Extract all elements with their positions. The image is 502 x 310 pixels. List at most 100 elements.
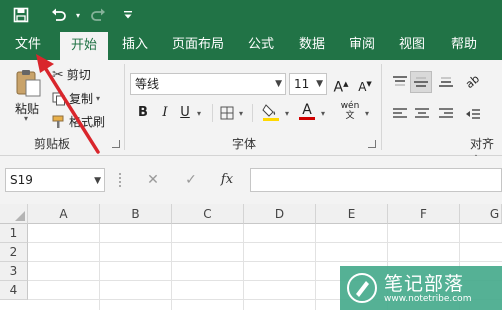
column-header[interactable]: B <box>100 204 172 224</box>
underline-dropdown-icon[interactable]: ▾ <box>194 103 204 123</box>
format-painter-button[interactable]: 格式刷 <box>52 113 105 130</box>
tab-help[interactable]: 帮助 <box>442 30 486 60</box>
bottom-align-button[interactable] <box>436 72 456 92</box>
font-group-label: 字体 <box>232 137 257 151</box>
tab-home[interactable]: 开始 <box>60 32 108 60</box>
select-all-corner[interactable] <box>0 204 28 224</box>
ribbon-tabs: 文件 开始 插入 页面布局 公式 数据 审阅 视图 帮助 <box>0 30 502 60</box>
row-header[interactable]: 4 <box>0 281 28 300</box>
phonetic-dropdown-icon[interactable]: ▾ <box>362 103 372 123</box>
indent-icon <box>466 109 480 119</box>
fill-color-dropdown-icon[interactable]: ▾ <box>282 103 292 123</box>
font-launcher-icon[interactable] <box>368 140 376 148</box>
wen-icon: wén 文 <box>340 101 360 121</box>
italic-button[interactable]: I <box>156 103 174 123</box>
gridline <box>99 224 100 310</box>
chevron-down-icon: ▼ <box>94 176 101 186</box>
font-size-value: 11 <box>294 77 310 91</box>
insert-function-button[interactable]: fx <box>216 168 238 192</box>
phonetic-guide-button[interactable]: wén 文 <box>338 101 362 121</box>
tab-data[interactable]: 数据 <box>290 30 334 60</box>
column-header[interactable]: A <box>28 204 100 224</box>
watermark-title: 笔记部落 <box>384 273 465 295</box>
format-painter-label: 格式刷 <box>69 115 106 129</box>
pen-logo-icon <box>347 273 377 303</box>
tab-file[interactable]: 文件 <box>6 30 50 60</box>
cancel-icon[interactable]: ✕ <box>142 168 164 192</box>
formula-bar-grip-icon <box>119 173 121 187</box>
align-right-button[interactable] <box>436 104 456 124</box>
copy-button[interactable]: 复制 ▾ <box>52 90 100 107</box>
watermark-logo: 笔记部落 www.notetribe.com <box>340 266 502 310</box>
align-center-button[interactable] <box>412 104 432 124</box>
column-header[interactable]: E <box>316 204 388 224</box>
orientation-button[interactable]: ab <box>462 72 484 92</box>
scissors-icon: ✂ <box>52 66 64 83</box>
copy-label: 复制 <box>69 92 94 106</box>
formula-input[interactable] <box>250 168 502 192</box>
align-top-icon <box>393 76 407 86</box>
align-bottom-icon <box>439 77 453 87</box>
column-header[interactable]: G <box>460 204 502 224</box>
column-header[interactable]: D <box>244 204 316 224</box>
customize-qat-icon[interactable] <box>120 0 136 30</box>
underline-button[interactable]: U <box>176 103 194 123</box>
tab-insert[interactable]: 插入 <box>114 30 156 60</box>
undo-icon[interactable] <box>46 0 72 30</box>
divider <box>212 104 213 122</box>
row-header[interactable]: 3 <box>0 262 28 281</box>
select-all-triangle-icon <box>15 211 25 221</box>
clipboard-group-label: 剪贴板 <box>34 137 71 151</box>
align-middle-icon <box>414 77 428 87</box>
align-center-icon <box>415 108 429 118</box>
row-header[interactable]: 2 <box>0 243 28 262</box>
align-left-icon <box>393 108 407 118</box>
watermark-url: www.notetribe.com <box>384 294 472 304</box>
enter-icon[interactable]: ✓ <box>180 168 202 192</box>
middle-align-button[interactable] <box>410 71 432 93</box>
name-box[interactable]: S19 ▼ <box>5 168 105 192</box>
increase-font-size-button[interactable]: A▲ <box>332 74 350 96</box>
paste-button[interactable]: 粘贴 ▾ <box>8 66 48 124</box>
gridline <box>243 224 244 310</box>
undo-dropdown-icon[interactable]: ▾ <box>72 0 84 30</box>
copy-dropdown-icon[interactable]: ▾ <box>96 94 100 103</box>
paint-bucket-icon <box>262 104 279 121</box>
font-color-button[interactable]: A <box>296 102 318 122</box>
save-icon[interactable] <box>10 0 32 30</box>
formula-bar: S19 ▼ ✕ ✓ fx <box>0 156 502 204</box>
font-color-dropdown-icon[interactable]: ▾ <box>318 103 328 123</box>
borders-button[interactable] <box>218 103 236 123</box>
group-divider <box>124 64 125 150</box>
tab-view[interactable]: 视图 <box>390 30 434 60</box>
paste-dropdown-icon[interactable]: ▾ <box>24 114 28 123</box>
group-divider <box>381 64 382 150</box>
border-icon <box>220 106 234 120</box>
cut-label: 剪切 <box>66 68 91 82</box>
redo-icon[interactable] <box>86 0 110 30</box>
column-header[interactable]: C <box>172 204 244 224</box>
decrease-indent-button[interactable] <box>462 104 484 124</box>
tab-page-layout[interactable]: 页面布局 <box>164 30 232 60</box>
name-box-value: S19 <box>10 173 33 187</box>
tab-review[interactable]: 审阅 <box>340 30 384 60</box>
chevron-down-icon: ▼ <box>316 79 323 89</box>
top-align-button[interactable] <box>390 72 410 92</box>
tab-formulas[interactable]: 公式 <box>240 30 282 60</box>
cut-button[interactable]: ✂ 剪切 <box>52 66 91 83</box>
font-name-value: 等线 <box>135 77 160 91</box>
orientation-icon: ab <box>463 72 483 92</box>
column-header[interactable]: F <box>388 204 460 224</box>
clipboard-launcher-icon[interactable] <box>112 140 120 148</box>
ribbon-home: 粘贴 ▾ ✂ 剪切 复制 ▾ 格式刷 剪贴板 等线 ▼ 11 ▼ A▲ A▼ B… <box>0 60 502 168</box>
bold-button[interactable]: B <box>134 103 152 123</box>
font-size-dropdown[interactable]: 11 ▼ <box>289 73 327 95</box>
align-left-button[interactable] <box>390 104 410 124</box>
decrease-font-size-button[interactable]: A▼ <box>356 74 374 94</box>
borders-dropdown-icon[interactable]: ▾ <box>236 103 246 123</box>
font-name-dropdown[interactable]: 等线 ▼ <box>130 73 286 95</box>
gridline <box>171 224 172 310</box>
fill-color-button[interactable] <box>260 102 282 122</box>
divider <box>252 104 253 122</box>
row-header[interactable]: 1 <box>0 224 28 243</box>
